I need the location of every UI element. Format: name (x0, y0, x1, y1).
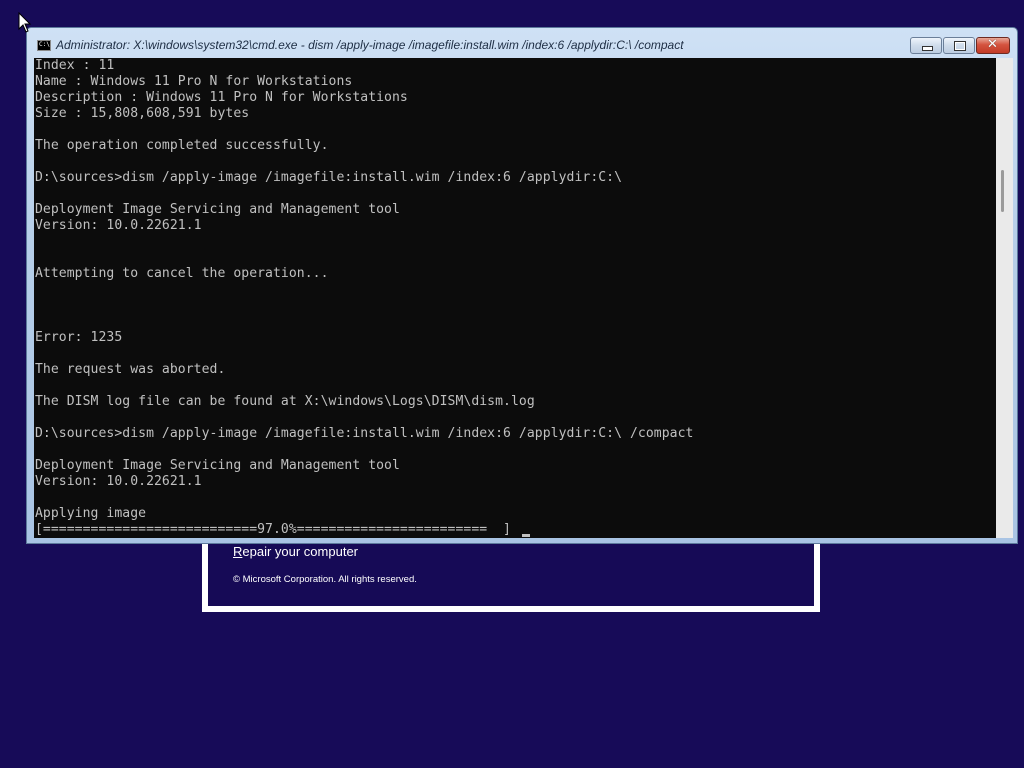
console-line: Attempting to cancel the operation... (35, 266, 329, 281)
console-line: Index : 11 (35, 58, 115, 73)
console-line: Deployment Image Servicing and Managemen… (35, 458, 400, 473)
scrollbar-thumb[interactable] (1001, 170, 1004, 212)
mouse-pointer-icon (18, 12, 32, 33)
console-line: The request was aborted. (35, 362, 226, 377)
console-line: Applying image (35, 506, 147, 521)
maximize-icon (954, 41, 966, 51)
console-output[interactable]: Index : 11 Name : Windows 11 Pro N for Wo… (34, 58, 996, 538)
console-line: Description : Windows 11 Pro N for Works… (35, 90, 408, 105)
console-line: D:\sources>dism /apply-image /imagefile:… (35, 170, 623, 185)
console-line: Error: 1235 (35, 330, 123, 345)
console-line: Version: 10.0.22621.1 (35, 474, 202, 489)
console-line: The DISM log file can be found at X:\win… (35, 394, 535, 409)
console-line: Version: 10.0.22621.1 (35, 218, 202, 233)
console-text: Index : 11 Name : Windows 11 Pro N for Wo… (35, 58, 693, 538)
close-button[interactable]: ✕ (976, 37, 1010, 54)
repair-link-label: epair your computer (242, 544, 359, 559)
close-icon: ✕ (987, 37, 998, 52)
vertical-scrollbar[interactable] (996, 58, 1013, 538)
console-line: Deployment Image Servicing and Managemen… (35, 202, 400, 217)
text-cursor (522, 534, 530, 537)
title-bar[interactable]: C:\ Administrator: X:\windows\system32\c… (27, 28, 1017, 58)
repair-your-computer-link[interactable]: Repair your computer (233, 544, 358, 559)
console-line: Name : Windows 11 Pro N for Workstations (35, 74, 353, 89)
maximize-button[interactable] (943, 37, 975, 54)
cmd-icon[interactable]: C:\ (37, 40, 51, 51)
console-line: [===========================97.0%=======… (35, 522, 511, 537)
minimize-button[interactable] (910, 37, 942, 54)
desktop: Repair your computer © Microsoft Corpora… (0, 0, 1024, 768)
minimize-icon (922, 46, 933, 51)
repair-link-accelerator: R (233, 544, 243, 559)
console-line: D:\sources>dism /apply-image /imagefile:… (35, 426, 694, 441)
console-line: Size : 15,808,608,591 bytes (35, 106, 250, 121)
copyright-text: © Microsoft Corporation. All rights rese… (233, 574, 417, 585)
cmd-window[interactable]: C:\ Administrator: X:\windows\system32\c… (26, 27, 1018, 544)
window-title: Administrator: X:\windows\system32\cmd.e… (56, 38, 684, 52)
console-line: The operation completed successfully. (35, 138, 329, 153)
